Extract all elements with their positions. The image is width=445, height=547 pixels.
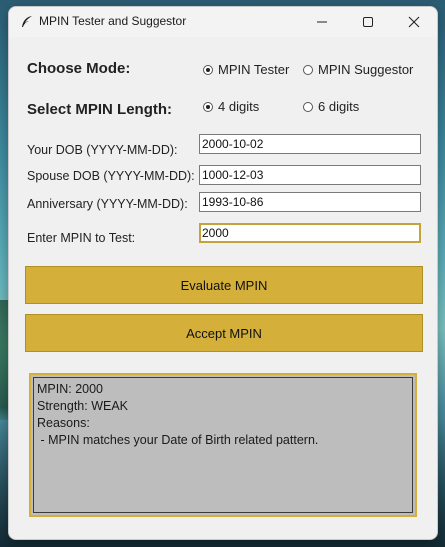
radio-unselected-icon: [303, 101, 313, 112]
window-title: MPIN Tester and Suggestor: [39, 14, 187, 28]
result-panel: MPIN: 2000 Strength: WEAK Reasons: - MPI…: [29, 373, 417, 517]
dob-input[interactable]: [199, 134, 421, 154]
close-button[interactable]: [391, 7, 437, 37]
feather-icon: [19, 14, 35, 30]
radio-mpin-tester[interactable]: MPIN Tester: [203, 62, 289, 77]
result-mpin-line: MPIN: 2000: [37, 382, 104, 396]
minimize-button[interactable]: [299, 7, 345, 37]
radio-selected-icon: [203, 101, 213, 112]
anniversary-input[interactable]: [199, 192, 421, 212]
radio-selected-icon: [203, 64, 213, 75]
mpin-label: Enter MPIN to Test:: [27, 231, 136, 245]
spouse-dob-label: Spouse DOB (YYYY-MM-DD):: [27, 169, 195, 183]
maximize-button[interactable]: [345, 7, 391, 37]
app-window: MPIN Tester and Suggestor Choose Mode: M…: [8, 6, 438, 540]
radio-mpin-suggestor-label: MPIN Suggestor: [318, 62, 414, 77]
mpin-input[interactable]: [199, 223, 421, 243]
spouse-dob-input[interactable]: [199, 165, 421, 185]
radio-mpin-tester-label: MPIN Tester: [218, 62, 290, 77]
select-length-label: Select MPIN Length:: [27, 101, 173, 118]
radio-4-digits[interactable]: 4 digits: [203, 99, 259, 114]
title-bar: MPIN Tester and Suggestor: [9, 7, 437, 37]
accept-mpin-button[interactable]: Accept MPIN: [25, 314, 423, 352]
radio-4-digits-label: 4 digits: [218, 99, 260, 114]
result-reasons-heading: Reasons:: [37, 416, 90, 430]
choose-mode-label: Choose Mode:: [27, 60, 131, 77]
evaluate-mpin-button[interactable]: Evaluate MPIN: [25, 266, 423, 304]
radio-6-digits[interactable]: 6 digits: [303, 99, 359, 114]
close-icon: [408, 16, 420, 28]
radio-unselected-icon: [303, 64, 313, 75]
radio-6-digits-label: 6 digits: [318, 99, 360, 114]
minimize-icon: [317, 21, 327, 23]
radio-mpin-suggestor[interactable]: MPIN Suggestor: [303, 62, 413, 77]
anniversary-label: Anniversary (YYYY-MM-DD):: [27, 197, 188, 211]
result-strength-line: Strength: WEAK: [37, 399, 129, 413]
maximize-icon: [363, 17, 373, 27]
dob-label: Your DOB (YYYY-MM-DD):: [27, 143, 178, 157]
result-text-area[interactable]: MPIN: 2000 Strength: WEAK Reasons: - MPI…: [33, 377, 413, 513]
result-reason-item: - MPIN matches your Date of Birth relate…: [37, 433, 319, 447]
